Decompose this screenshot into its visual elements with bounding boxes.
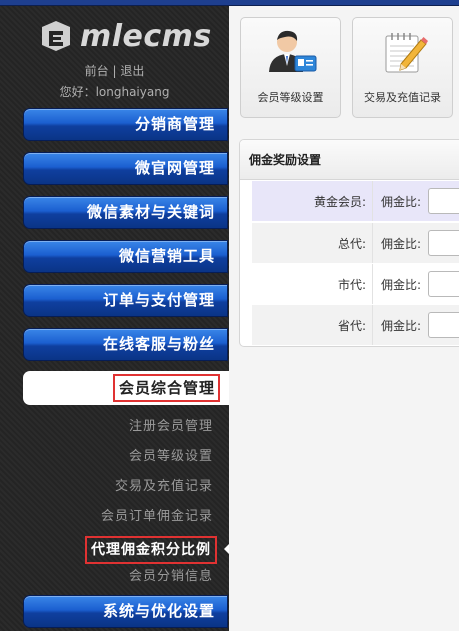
ratio-label: 佣金比:: [381, 318, 422, 333]
front-link[interactable]: 前台: [85, 64, 109, 78]
logo-icon: [42, 21, 70, 51]
sub-item-member-levels[interactable]: 会员等级设置: [129, 445, 213, 464]
sidebar: mlecms 前台 | 退出 您好：longhaiyang 分销商管理 微官网管…: [0, 6, 230, 631]
nav-wechat-materials[interactable]: 微信素材与关键词: [23, 196, 228, 229]
commission-row: 省代: 佣金比:: [252, 305, 459, 345]
nav-microsite[interactable]: 微官网管理: [23, 152, 228, 185]
commission-settings-panel: 佣金奖励设置 黄金会员: 佣金比: 总代: 佣金比: 市代: 佣金比: 省代: …: [239, 139, 459, 347]
sub-item-order-commission[interactable]: 会员订单佣金记录: [101, 505, 213, 524]
nav-member-management-label: 会员综合管理: [112, 374, 220, 402]
commission-input-general-agent[interactable]: [428, 230, 459, 256]
commission-row: 总代: 佣金比:: [252, 223, 459, 263]
commission-input-city-agent[interactable]: [428, 271, 459, 297]
logout-link[interactable]: 退出: [120, 64, 144, 78]
nav-member-management[interactable]: 会员综合管理: [23, 371, 229, 405]
sub-item-transactions[interactable]: 交易及充值记录: [115, 475, 213, 494]
user-card-icon: [269, 30, 317, 72]
top-links: 前台 | 退出: [0, 62, 229, 79]
notepad-pencil-icon: [385, 33, 428, 73]
sub-item-register-members[interactable]: 注册会员管理: [129, 415, 213, 434]
nav-system-settings[interactable]: 系统与优化设置: [23, 595, 228, 628]
level-label: 总代:: [337, 236, 366, 251]
sub-item-agent-commission[interactable]: 代理佣金积分比例: [85, 536, 217, 564]
nav-orders-payment[interactable]: 订单与支付管理: [23, 284, 228, 317]
ratio-label: 佣金比:: [381, 277, 422, 292]
commission-row: 黄金会员: 佣金比:: [252, 181, 459, 221]
logo: mlecms: [38, 16, 228, 56]
tile-transactions-label: 交易及充值记录: [364, 91, 441, 104]
logo-text: mlecms: [80, 18, 212, 54]
nav-wechat-marketing[interactable]: 微信营销工具: [23, 240, 228, 273]
level-label: 黄金会员:: [313, 194, 366, 209]
tile-member-levels[interactable]: 会员等级设置: [240, 17, 341, 118]
panel-title: 佣金奖励设置: [240, 140, 459, 180]
nav-distributor[interactable]: 分销商管理: [23, 108, 228, 141]
nav-customer-service[interactable]: 在线客服与粉丝: [23, 328, 228, 361]
link-separator: |: [112, 64, 117, 78]
commission-input-gold[interactable]: [428, 188, 459, 214]
level-label: 市代:: [337, 277, 366, 292]
tile-member-levels-label: 会员等级设置: [257, 91, 324, 104]
user-greeting: 您好：longhaiyang: [59, 85, 170, 99]
sub-item-distribution-info[interactable]: 会员分销信息: [129, 565, 213, 584]
commission-row: 市代: 佣金比:: [252, 264, 459, 304]
main-content: 会员等级设置 交易及充值记录 佣金奖励设置 黄金会员: 佣金比: 总代: 佣金比…: [229, 6, 459, 631]
tile-transactions[interactable]: 交易及充值记录: [352, 17, 453, 118]
commission-input-province-agent[interactable]: [428, 312, 459, 338]
ratio-label: 佣金比:: [381, 194, 422, 209]
level-label: 省代:: [337, 318, 366, 333]
ratio-label: 佣金比:: [381, 236, 422, 251]
